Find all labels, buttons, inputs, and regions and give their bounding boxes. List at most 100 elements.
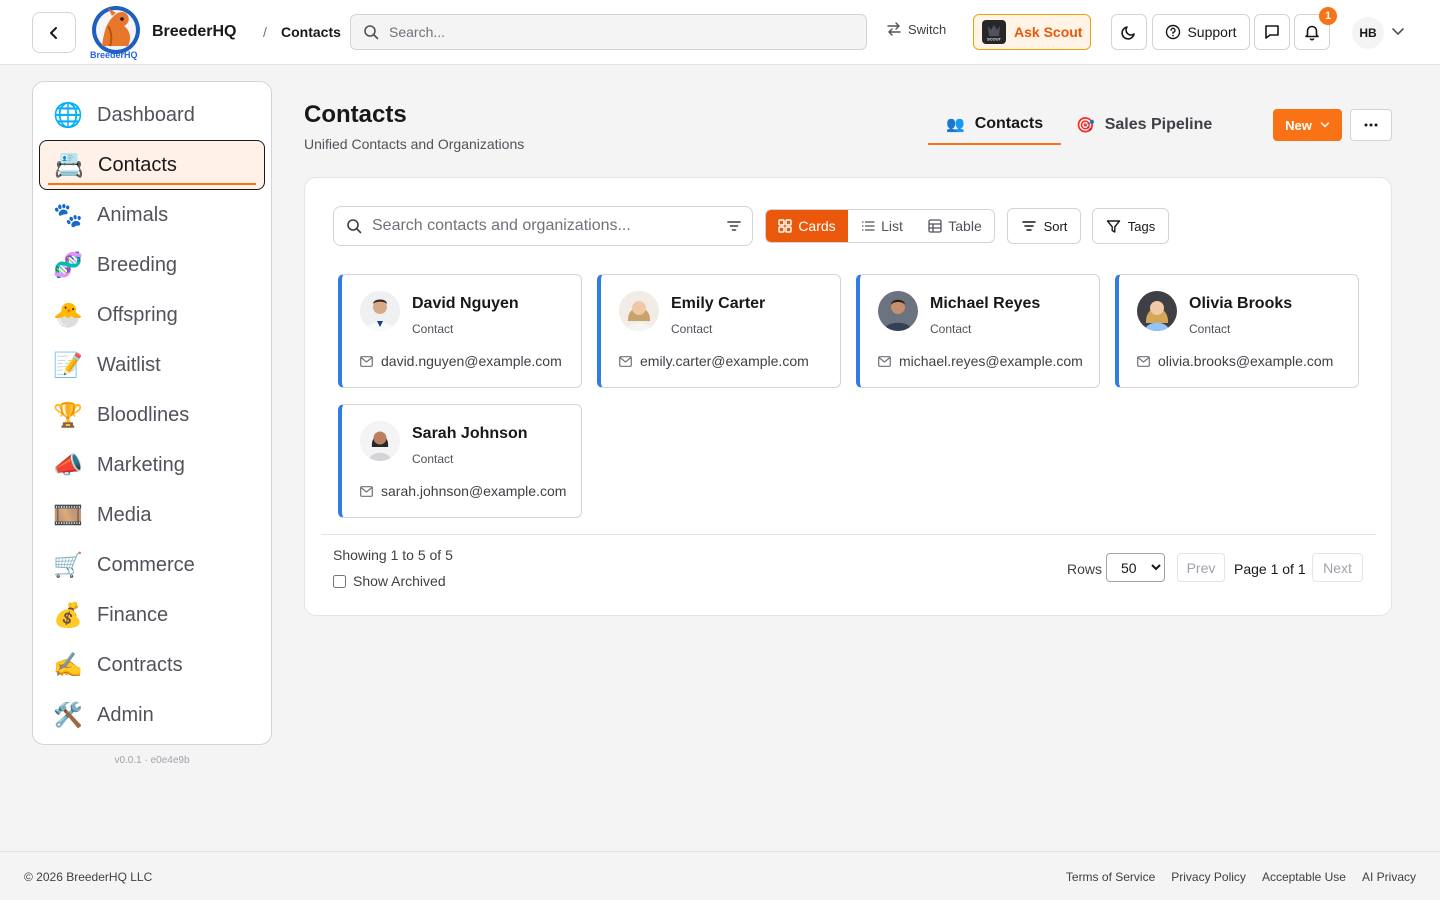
mail-icon (1137, 355, 1150, 367)
page-title: Contacts (304, 101, 407, 128)
view-label: Cards (798, 218, 836, 234)
mail-icon (360, 355, 373, 367)
show-archived-label: Show Archived (353, 573, 446, 589)
user-avatar[interactable]: HB (1352, 17, 1384, 49)
more-options-button[interactable] (1350, 109, 1392, 141)
footer-link-ai-privacy[interactable]: AI Privacy (1362, 870, 1416, 884)
chevron-left-icon (50, 26, 57, 39)
rows-label: Rows (1067, 561, 1103, 577)
contacts-search[interactable] (333, 206, 753, 246)
sidebar-item-commerce[interactable]: 🛒 Commerce (33, 540, 271, 590)
rows-per-page-select[interactable]: 50 (1106, 553, 1165, 582)
sort-label: Sort (1043, 218, 1068, 234)
tab-label: Sales Pipeline (1104, 115, 1213, 133)
sidebar-item-breeding[interactable]: 🧬 Breeding (33, 240, 271, 290)
footer-link-terms[interactable]: Terms of Service (1066, 870, 1155, 884)
sidebar-item-marketing[interactable]: 📣 Marketing (33, 440, 271, 490)
contacts-panel: Cards List Table Sort Tags David Nguyen … (304, 177, 1392, 616)
next-page-button[interactable]: Next (1312, 553, 1363, 582)
contact-email[interactable]: olivia.brooks@example.com (1137, 353, 1347, 369)
footer-link-acceptable-use[interactable]: Acceptable Use (1262, 870, 1346, 884)
tab-sales-pipeline[interactable]: 🎯 Sales Pipeline (1058, 104, 1230, 145)
sidebar-item-label: Marketing (97, 453, 185, 476)
prev-page-button[interactable]: Prev (1177, 553, 1225, 582)
contact-card[interactable]: Michael Reyes Contact michael.reyes@exam… (856, 274, 1100, 388)
view-label: List (881, 218, 903, 234)
sidebar-item-label: Dashboard (97, 103, 195, 126)
tags-button[interactable]: Tags (1092, 208, 1169, 244)
view-mode-toggle: Cards List Table (765, 209, 995, 243)
svg-text:SCOUT: SCOUT (987, 37, 1002, 42)
app-version: v0.0.1 · e0e4e9b (114, 755, 190, 766)
contact-name[interactable]: Michael Reyes (930, 295, 1040, 313)
sidebar-item-offspring[interactable]: 🐣 Offspring (33, 290, 271, 340)
show-archived-toggle[interactable]: Show Archived (333, 573, 446, 589)
contact-name[interactable]: Olivia Brooks (1189, 295, 1292, 313)
page-indicator: Page 1 of 1 (1234, 561, 1306, 577)
tab-contacts[interactable]: 👥 Contacts (928, 104, 1062, 145)
footer-link-privacy[interactable]: Privacy Policy (1171, 870, 1246, 884)
logo-subtext: BreederHQ (90, 50, 138, 60)
contact-name[interactable]: Emily Carter (671, 295, 765, 313)
sidebar-item-label: Bloodlines (97, 403, 190, 426)
new-button[interactable]: New (1273, 109, 1342, 141)
sidebar-item-label: Offspring (97, 303, 178, 326)
footer-links: Terms of Service Privacy Policy Acceptab… (1066, 870, 1416, 884)
view-cards-button[interactable]: Cards (766, 210, 848, 242)
brand-name[interactable]: BreederHQ (152, 23, 236, 41)
contact-name[interactable]: David Nguyen (412, 295, 519, 313)
copyright: © 2026 BreederHQ LLC (24, 870, 153, 884)
sort-lines-icon (1021, 221, 1036, 231)
contact-card[interactable]: Sarah Johnson Contact sarah.johnson@exam… (338, 404, 582, 518)
sidebar-item-label: Contracts (97, 653, 183, 676)
view-table-button[interactable]: Table (916, 210, 994, 242)
notifications-button[interactable]: 1 (1294, 7, 1337, 50)
sidebar-item-finance[interactable]: 💰 Finance (33, 590, 271, 640)
contact-email[interactable]: sarah.johnson@example.com (360, 483, 570, 499)
contact-card[interactable]: Olivia Brooks Contact olivia.brooks@exam… (1115, 274, 1359, 388)
chevron-down-icon (1320, 122, 1330, 128)
support-label: Support (1187, 24, 1237, 40)
contact-card[interactable]: David Nguyen Contact david.nguyen@exampl… (338, 274, 582, 388)
sidebar-item-contacts[interactable]: 📇 Contacts (39, 140, 265, 190)
view-list-button[interactable]: List (848, 210, 916, 242)
hatching-chick-icon: 🐣 (53, 301, 83, 329)
tags-label: Tags (1127, 218, 1156, 234)
contact-email[interactable]: emily.carter@example.com (619, 353, 829, 369)
sort-button[interactable]: Sort (1007, 208, 1081, 244)
support-button[interactable]: Support (1152, 14, 1250, 50)
contact-email[interactable]: david.nguyen@example.com (360, 353, 570, 369)
contact-card[interactable]: Emily Carter Contact emily.carter@exampl… (597, 274, 841, 388)
theme-toggle-button[interactable] (1111, 14, 1147, 50)
sidebar-item-admin[interactable]: 🛠️ Admin (33, 690, 271, 740)
sidebar-item-animals[interactable]: 🐾 Animals (33, 190, 271, 240)
contact-email[interactable]: michael.reyes@example.com (878, 353, 1088, 369)
ask-scout-button[interactable]: SCOUT Ask Scout (973, 14, 1091, 50)
sidebar-item-waitlist[interactable]: 📝 Waitlist (33, 340, 271, 390)
results-count: Showing 1 to 5 of 5 (333, 547, 453, 563)
sidebar-item-label: Waitlist (97, 353, 161, 376)
switch-button[interactable]: Switch (886, 21, 946, 37)
sidebar-item-media[interactable]: 🎞️ Media (33, 490, 271, 540)
breadcrumb-current: Contacts (281, 24, 341, 40)
messages-button[interactable] (1254, 14, 1290, 50)
filter-lines-icon[interactable] (726, 218, 742, 234)
contact-role: Contact (1189, 322, 1231, 336)
contacts-search-input[interactable] (372, 217, 712, 235)
search-icon (364, 25, 379, 40)
back-button[interactable] (32, 12, 76, 53)
sidebar-item-bloodlines[interactable]: 🏆 Bloodlines (33, 390, 271, 440)
sidebar-item-dashboard[interactable]: 🌐 Dashboard (33, 90, 271, 140)
sidebar-item-label: Admin (97, 703, 154, 726)
divider (321, 534, 1376, 535)
people-icon: 👥 (946, 115, 965, 133)
chevron-down-icon[interactable] (1392, 27, 1404, 37)
contacts-icon: 📇 (54, 151, 84, 179)
sidebar-item-contracts[interactable]: ✍️ Contracts (33, 640, 271, 690)
global-search-input[interactable] (389, 24, 849, 40)
help-circle-icon (1166, 24, 1181, 40)
global-search[interactable] (350, 14, 867, 50)
contact-name[interactable]: Sarah Johnson (412, 425, 528, 443)
grid-icon (778, 219, 793, 233)
show-archived-checkbox[interactable] (333, 574, 346, 588)
